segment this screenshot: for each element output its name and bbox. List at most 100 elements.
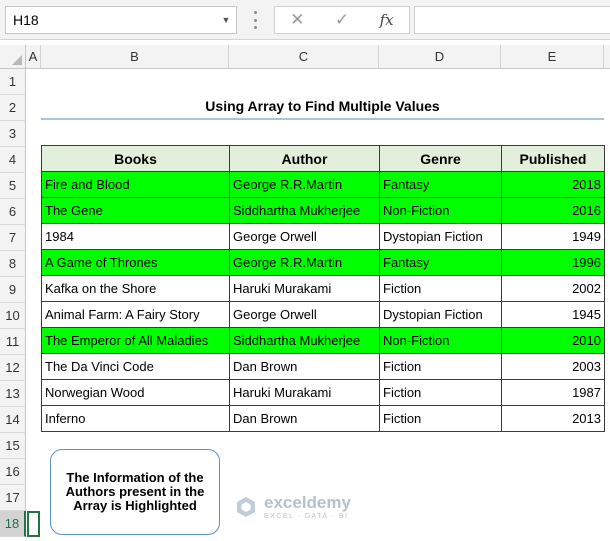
cell-genre[interactable]: Fiction [379, 275, 502, 302]
row-header[interactable]: 8 [0, 251, 26, 277]
cell-published[interactable]: 2010 [501, 327, 605, 354]
cell-author[interactable]: Dan Brown [229, 405, 380, 432]
row-header[interactable]: 6 [0, 199, 26, 225]
cell-genre[interactable]: Fiction [379, 353, 502, 380]
cell-book[interactable]: The Da Vinci Code [41, 353, 230, 380]
sheet-title[interactable]: Using Array to Find Multiple Values [41, 95, 604, 117]
table-row: Kafka on the Shore Haruki Murakami Fiction… [41, 275, 605, 302]
row-header[interactable]: 17 [0, 485, 26, 511]
cell-published[interactable]: 1945 [501, 301, 605, 328]
row-header[interactable]: 7 [0, 225, 26, 251]
cell-author[interactable]: Siddhartha Mukherjee [229, 197, 380, 224]
table-row: Norwegian Wood Haruki Murakami Fiction 1987 [41, 379, 605, 406]
row-header[interactable]: 16 [0, 459, 26, 485]
cell-author[interactable]: Siddhartha Mukherjee [229, 327, 380, 354]
row-header[interactable]: 10 [0, 303, 26, 329]
formula-bar: H18 ▼ ✕ ✓ fx [0, 0, 610, 40]
cell-genre[interactable]: Dystopian Fiction [379, 223, 502, 250]
cell-author[interactable]: George Orwell [229, 223, 380, 250]
row-header[interactable]: 4 [0, 147, 26, 173]
cell-genre[interactable]: Fiction [379, 405, 502, 432]
table-header-row: Books Author Genre Published [41, 145, 605, 172]
header-genre[interactable]: Genre [379, 145, 502, 172]
cell-author[interactable]: George R.R.Martin [229, 171, 380, 198]
formula-input[interactable] [414, 6, 610, 34]
table-row: 1984 George Orwell Dystopian Fiction 1949 [41, 223, 605, 250]
cell-author[interactable]: Dan Brown [229, 353, 380, 380]
row-header[interactable]: 15 [0, 433, 26, 459]
cell-author[interactable]: Haruki Murakami [229, 275, 380, 302]
cell-book[interactable]: Animal Farm: A Fairy Story [41, 301, 230, 328]
row-header[interactable]: 14 [0, 407, 26, 433]
column-header-c[interactable]: C [229, 45, 379, 69]
cell-published[interactable]: 2002 [501, 275, 605, 302]
table-body: Fire and Blood George R.R.Martin Fantasy 20… [41, 171, 605, 432]
cell-book[interactable]: Norwegian Wood [41, 379, 230, 406]
row-header[interactable]: 11 [0, 329, 26, 355]
cell-book[interactable]: The Gene [41, 197, 230, 224]
column-header-f[interactable] [604, 45, 610, 69]
cell-genre[interactable]: Fantasy [379, 171, 502, 198]
row-header[interactable]: 9 [0, 277, 26, 303]
row-header[interactable]: 1 [0, 69, 26, 95]
row-header[interactable]: 5 [0, 173, 26, 199]
chevron-down-icon[interactable]: ▼ [216, 15, 236, 25]
cancel-icon[interactable]: ✕ [282, 9, 312, 31]
enter-icon[interactable]: ✓ [327, 9, 357, 31]
title-underline [41, 118, 604, 120]
name-box[interactable]: H18 ▼ [5, 6, 237, 34]
row-header[interactable]: 2 [0, 95, 26, 121]
row-header[interactable]: 3 [0, 121, 26, 147]
cell-book[interactable]: The Emperor of All Maladies [41, 327, 230, 354]
cell-book[interactable]: 1984 [41, 223, 230, 250]
cell-published[interactable]: 2003 [501, 353, 605, 380]
cell-author[interactable]: George R.R.Martin [229, 249, 380, 276]
cell-published[interactable]: 2013 [501, 405, 605, 432]
watermark-tagline: EXCEL · DATA · BI [264, 513, 349, 520]
selected-cell[interactable] [27, 511, 40, 537]
cell-book[interactable]: Kafka on the Shore [41, 275, 230, 302]
header-author[interactable]: Author [229, 145, 380, 172]
cell-author[interactable]: Haruki Murakami [229, 379, 380, 406]
column-header-d[interactable]: D [379, 45, 501, 69]
cell-book[interactable]: A Game of Thrones [41, 249, 230, 276]
cell-genre[interactable]: Non-Fiction [379, 327, 502, 354]
cell-genre[interactable]: Non-Fiction [379, 197, 502, 224]
name-box-value: H18 [13, 12, 39, 28]
cell-author[interactable]: George Orwell [229, 301, 380, 328]
row-header[interactable]: 12 [0, 355, 26, 381]
cell-published[interactable]: 1987 [501, 379, 605, 406]
table-row: A Game of Thrones George R.R.Martin Fantas… [41, 249, 605, 276]
books-table: Books Author Genre Published Fire and Bl… [41, 145, 605, 432]
insert-function-icon[interactable]: fx [372, 9, 402, 31]
cell-genre[interactable]: Fantasy [379, 249, 502, 276]
cell-genre[interactable]: Fiction [379, 379, 502, 406]
cell-book[interactable]: Inferno [41, 405, 230, 432]
cell-genre[interactable]: Dystopian Fiction [379, 301, 502, 328]
table-row: Fire and Blood George R.R.Martin Fantasy 20… [41, 171, 605, 198]
table-row: Animal Farm: A Fairy Story George Orwell D… [41, 301, 605, 328]
note-callout[interactable]: The Information of the Authors present i… [50, 449, 220, 535]
formula-controls: ✕ ✓ fx [274, 6, 410, 34]
cell-published[interactable]: 2016 [501, 197, 605, 224]
header-published[interactable]: Published [501, 145, 605, 172]
table-row: Inferno Dan Brown Fiction 2013 [41, 405, 605, 432]
row-header-active[interactable]: 18 [0, 511, 26, 537]
select-all-corner[interactable] [0, 45, 26, 69]
exceldemy-watermark: exceldemy EXCEL · DATA · BI [234, 494, 351, 520]
cell-book[interactable]: Fire and Blood [41, 171, 230, 198]
table-row: The Gene Siddhartha Mukherjee Non-Fiction 2… [41, 197, 605, 224]
exceldemy-logo-icon [237, 497, 255, 517]
cell-published[interactable]: 2018 [501, 171, 605, 198]
row-header[interactable]: 13 [0, 381, 26, 407]
watermark-name: exceldemy [264, 493, 351, 512]
header-books[interactable]: Books [41, 145, 230, 172]
table-row: The Da Vinci Code Dan Brown Fiction 2003 [41, 353, 605, 380]
drag-handle-icon[interactable] [250, 9, 260, 31]
column-header-e[interactable]: E [501, 45, 604, 69]
table-row: The Emperor of All Maladies Siddhartha Mu… [41, 327, 605, 354]
column-header-b[interactable]: B [41, 45, 229, 69]
cell-published[interactable]: 1996 [501, 249, 605, 276]
cell-published[interactable]: 1949 [501, 223, 605, 250]
column-header-a[interactable]: A [26, 45, 41, 69]
